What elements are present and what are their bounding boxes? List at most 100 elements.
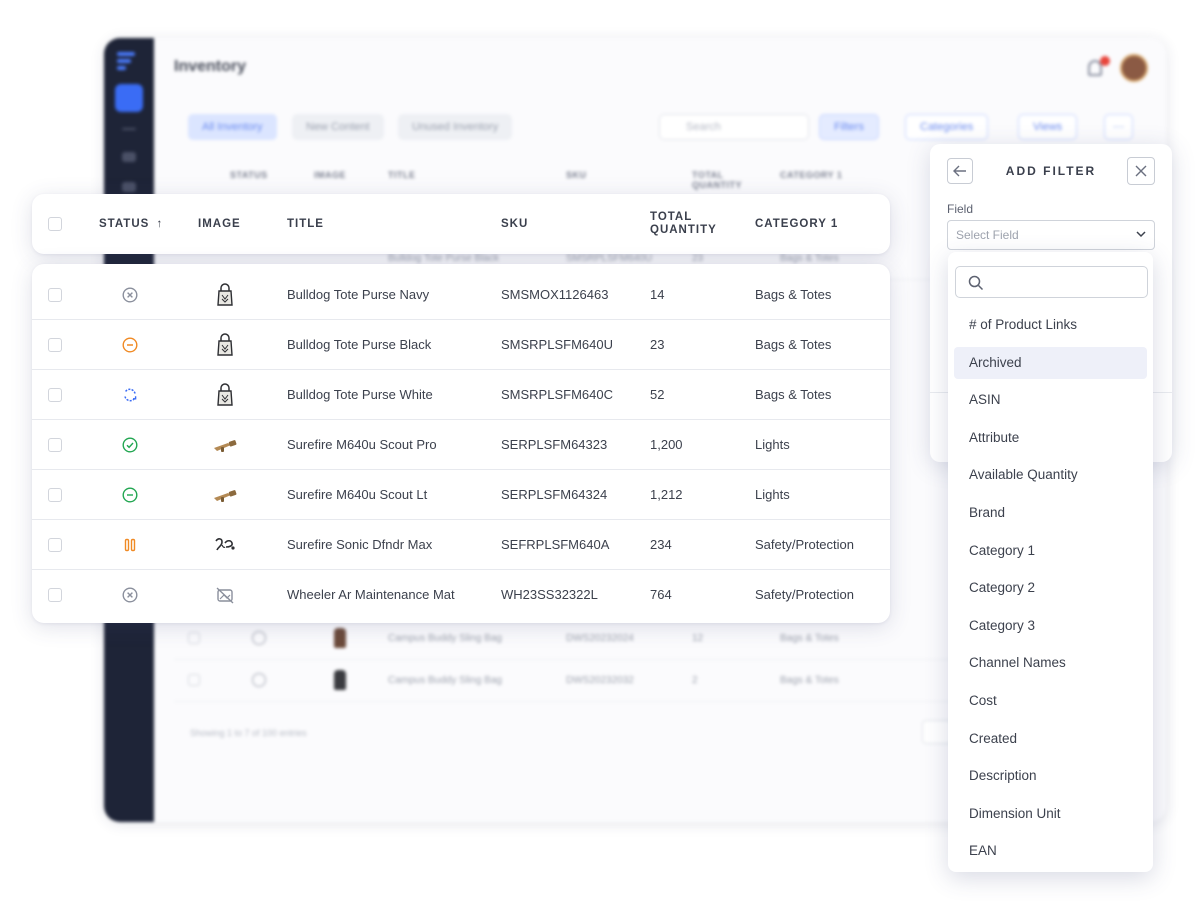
- row-checkbox[interactable]: [48, 338, 62, 352]
- field-select[interactable]: Select Field: [947, 220, 1155, 250]
- bg-row-qty: 23: [692, 253, 704, 264]
- row-title[interactable]: Bulldog Tote Purse White: [287, 387, 433, 402]
- x-circle-icon: [122, 587, 138, 603]
- row-sku: WH23SS32322L: [501, 587, 598, 602]
- views-button[interactable]: Views: [1018, 114, 1078, 140]
- row-title[interactable]: Bulldog Tote Purse Navy: [287, 287, 429, 302]
- row-checkbox[interactable]: [48, 438, 62, 452]
- home-nav-icon[interactable]: [115, 84, 143, 112]
- pause-icon: [122, 537, 138, 553]
- tab-all-inventory[interactable]: All Inventory: [188, 114, 277, 140]
- row-title[interactable]: Surefire M640u Scout Pro: [287, 437, 437, 452]
- column-header-category[interactable]: CATEGORY 1: [755, 218, 838, 230]
- dropdown-option[interactable]: Archived: [954, 346, 1147, 379]
- row-checkbox[interactable]: [48, 588, 62, 602]
- dropdown-option[interactable]: Category 1: [954, 535, 1147, 567]
- row-category: Bags & Totes: [755, 337, 832, 352]
- more-button[interactable]: ···: [1104, 114, 1133, 140]
- search-icon: [968, 275, 984, 291]
- column-header-image: IMAGE: [198, 218, 241, 230]
- tab-new-content[interactable]: New Content: [292, 114, 384, 140]
- row-quantity: 764: [650, 587, 672, 602]
- dropdown-option[interactable]: ASIN: [954, 384, 1147, 416]
- bg-row-qty: 12: [692, 633, 704, 644]
- settings-nav-icon[interactable]: [122, 182, 136, 192]
- dropdown-search-input[interactable]: [955, 266, 1148, 298]
- minus-circle-icon: [122, 487, 138, 503]
- row-category: Bags & Totes: [755, 387, 832, 402]
- chat-nav-icon[interactable]: [122, 152, 136, 162]
- earplugs-icon: [212, 532, 238, 558]
- avatar[interactable]: [1120, 54, 1148, 82]
- row-quantity: 23: [650, 337, 665, 352]
- row-checkbox[interactable]: [48, 288, 62, 302]
- table-header-card: STATUS ↑ IMAGE TITLE SKU TOTAL QUANTITY …: [32, 194, 890, 254]
- table-row[interactable]: Surefire M640u Scout Lt SERPLSFM64324 1,21…: [32, 470, 890, 520]
- row-sku: SERPLSFM64324: [501, 487, 608, 502]
- row-checkbox[interactable]: [48, 488, 62, 502]
- tote-bag-icon: [212, 332, 238, 358]
- row-sku: SMSRPLSFM640C: [501, 387, 613, 402]
- row-category: Lights: [755, 487, 790, 502]
- bg-row-title: Campus Buddy Sling Bag: [388, 633, 502, 644]
- bg-row-title: Campus Buddy Sling Bag: [388, 675, 502, 686]
- field-label: Field: [947, 202, 974, 216]
- field-dropdown: # of Product Links Archived ASIN Attribute A…: [948, 252, 1153, 872]
- row-checkbox[interactable]: [188, 674, 200, 686]
- column-header-sku[interactable]: SKU: [501, 218, 528, 230]
- table-row[interactable]: Bulldog Tote Purse Navy SMSMOX1126463 14 Ba…: [32, 270, 890, 320]
- total-quantity-line2: QUANTITY: [650, 224, 717, 236]
- filters-button[interactable]: Filters: [819, 114, 879, 140]
- column-header-status[interactable]: STATUS ↑: [99, 218, 163, 230]
- table-row[interactable]: Surefire M640u Scout Pro SERPLSFM64323 1,2…: [32, 420, 890, 470]
- row-checkbox[interactable]: [188, 632, 200, 644]
- x-circle-icon: [122, 287, 138, 303]
- dropdown-option[interactable]: Cost: [954, 685, 1147, 717]
- dropdown-option[interactable]: Brand: [954, 497, 1147, 529]
- close-button[interactable]: [1127, 157, 1155, 185]
- dropdown-option[interactable]: Description: [954, 760, 1147, 792]
- row-title[interactable]: Bulldog Tote Purse Black: [287, 337, 431, 352]
- table-row[interactable]: Bulldog Tote Purse White SMSRPLSFM640C 52 B…: [32, 370, 890, 420]
- dropdown-option[interactable]: Channel Names: [954, 647, 1147, 679]
- status-header-label: STATUS: [99, 218, 150, 230]
- app-logo-icon: [117, 52, 139, 70]
- stage: Inventory All Inventory New Content Unus…: [0, 0, 1200, 902]
- dropdown-option[interactable]: Available Quantity: [954, 459, 1147, 491]
- no-image-icon: [212, 582, 238, 608]
- row-quantity: 234: [650, 537, 672, 552]
- tote-bag-icon: [212, 282, 238, 308]
- total-quantity-line1: TOTAL: [650, 211, 693, 223]
- row-category: Safety/Protection: [755, 537, 854, 552]
- bg-col-category: CATEGORY 1: [780, 170, 843, 180]
- sort-ascending-icon[interactable]: ↑: [157, 218, 164, 230]
- column-header-title[interactable]: TITLE: [287, 218, 324, 230]
- select-all-checkbox[interactable]: [48, 217, 62, 231]
- bg-row-sku: DWS20232032: [566, 675, 634, 686]
- bg-col-sku: SKU: [566, 170, 587, 180]
- row-title[interactable]: Wheeler Ar Maintenance Mat: [287, 587, 455, 602]
- dropdown-option[interactable]: Category 3: [954, 610, 1147, 642]
- status-icon: [252, 673, 266, 687]
- table-row[interactable]: Surefire Sonic Dfndr Max SEFRPLSFM640A 234…: [32, 520, 890, 570]
- dropdown-option[interactable]: Dimension Unit: [954, 798, 1147, 830]
- dropdown-option[interactable]: Attribute: [954, 422, 1147, 454]
- row-category: Bags & Totes: [755, 287, 832, 302]
- row-title[interactable]: Surefire Sonic Dfndr Max: [287, 537, 432, 552]
- table-row[interactable]: Bulldog Tote Purse Black SMSRPLSFM640U 23 B…: [32, 320, 890, 370]
- categories-button[interactable]: Categories: [905, 114, 989, 140]
- column-header-total-quantity[interactable]: TOTAL QUANTITY: [650, 211, 717, 237]
- tab-unused-inventory[interactable]: Unused Inventory: [398, 114, 513, 140]
- dropdown-option[interactable]: Created: [954, 723, 1147, 755]
- search-input[interactable]: Search: [659, 114, 809, 140]
- table-row[interactable]: Wheeler Ar Maintenance Mat WH23SS32322L 76…: [32, 570, 890, 620]
- row-checkbox[interactable]: [48, 538, 62, 552]
- bag-thumbnail-icon: [334, 670, 346, 690]
- dropdown-option[interactable]: # of Product Links: [954, 309, 1147, 341]
- dropdown-option[interactable]: Category 2: [954, 572, 1147, 604]
- row-title[interactable]: Surefire M640u Scout Lt: [287, 487, 427, 502]
- dropdown-option[interactable]: EAN: [954, 835, 1147, 867]
- row-quantity: 52: [650, 387, 665, 402]
- flashlight-icon: [212, 432, 238, 458]
- row-checkbox[interactable]: [48, 388, 62, 402]
